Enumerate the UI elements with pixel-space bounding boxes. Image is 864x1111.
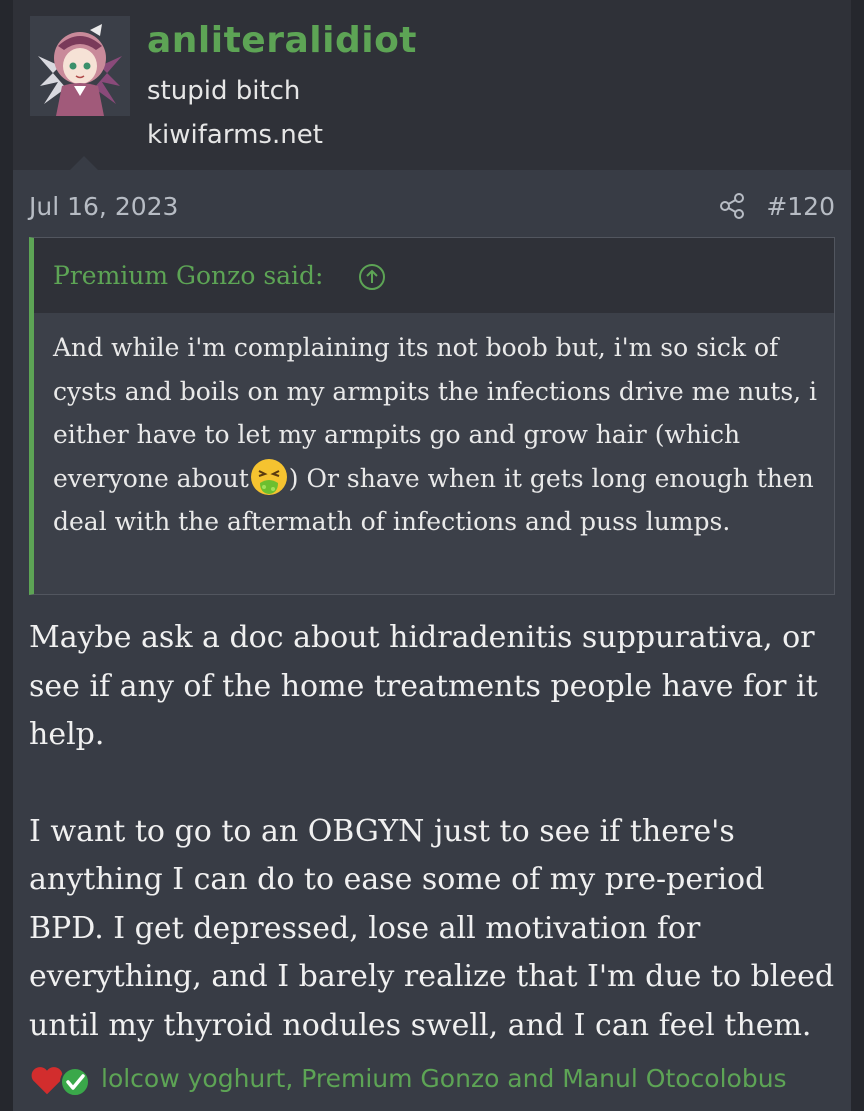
reactions-bar[interactable]: lolcow yoghurt, Premium Gonzo and Manul … — [29, 1058, 849, 1102]
arrow-up-circle-icon[interactable] — [358, 263, 386, 291]
username-link[interactable]: anliteralidiot — [147, 20, 417, 61]
post-paragraph: Maybe ask a doc about hidradenitis suppu… — [29, 620, 818, 752]
reaction-user-list[interactable]: lolcow yoghurt, Premium Gonzo and Manul … — [101, 1064, 787, 1093]
vomiting-face-emoji — [250, 458, 287, 495]
checkmark-icon — [60, 1067, 90, 1097]
avatar[interactable] — [30, 16, 130, 116]
quote-block: Premium Gonzo said: And while i'm compla… — [29, 237, 835, 595]
share-icon[interactable] — [718, 192, 746, 220]
heart-icon — [30, 1066, 64, 1096]
reaction-icons — [30, 1066, 90, 1097]
post-date[interactable]: Jul 16, 2023 — [29, 192, 178, 221]
user-site: kiwifarms.net — [147, 120, 323, 150]
header-arrow — [69, 156, 99, 171]
quote-attribution[interactable]: Premium Gonzo said: — [53, 261, 323, 290]
user-title: stupid bitch — [147, 76, 301, 106]
quote-text: And while i'm complaining its not boob b… — [53, 326, 823, 544]
user-header: anliteralidiot stupid bitch kiwifarms.ne… — [13, 0, 851, 171]
post-body: Maybe ask a doc about hidradenitis suppu… — [29, 614, 844, 1098]
avatar-image — [30, 16, 130, 116]
post-paragraph: I want to go to an OBGYN just to see if … — [29, 813, 835, 1043]
quote-header[interactable]: Premium Gonzo said: — [34, 238, 834, 313]
post-card: anliteralidiot stupid bitch kiwifarms.ne… — [13, 0, 851, 1111]
post-number-link[interactable]: #120 — [766, 192, 835, 221]
